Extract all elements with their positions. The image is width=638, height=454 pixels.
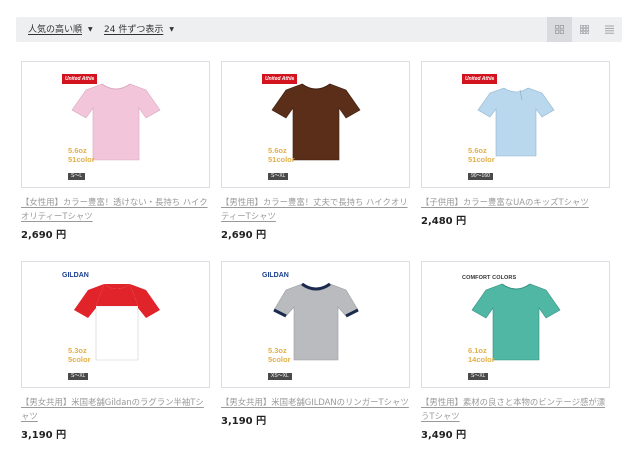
product-title-link[interactable]: 【男女共用】米国老舗Gildanのラグラン半袖Tシャツ [21,395,210,423]
product-card: United Athle 5.6oz 51color S〜L 【女性用】カラー豊… [21,61,210,241]
product-image[interactable]: GILDAN 5.3oz 5color S〜XL [21,261,210,388]
colors-label: 5color [268,355,291,364]
product-specs: 6.1oz 14color S〜XL [468,346,495,382]
product-card: United Athle 5.6oz 51color 90〜160 【子供用】カ… [421,61,610,227]
product-image[interactable]: United Athle 5.6oz 51color S〜XL [221,61,410,188]
size-range-badge: S〜XL [268,173,289,180]
colors-label: 51color [468,155,495,164]
per-page-dropdown[interactable]: 24 件ずつ表示 ▼ [104,17,174,42]
size-range-badge: S〜XL [68,373,89,380]
colors-label: 51color [268,155,295,164]
weight-label: 5.6oz [268,146,287,155]
product-title-link[interactable]: 【女性用】カラー豊富！透けない・長持ち ハイクオリティーTシャツ [21,195,210,223]
sort-order-label: 人気の高い順 [28,25,83,35]
product-title-link[interactable]: 【男性用】カラー豊富！丈夫で長持ち ハイクオリティーTシャツ [221,195,410,223]
size-range-badge: XS〜XL [268,373,292,380]
product-price: 2,690 円 [221,230,267,241]
product-image[interactable]: COMFORT COLORS 6.1oz 14color S〜XL [421,261,610,388]
list-icon [605,25,614,34]
product-specs: 5.6oz 51color S〜XL [268,146,295,182]
size-range-badge: S〜XL [468,373,489,380]
product-title-link[interactable]: 【子供用】カラー豊富なUAのキッズTシャツ [421,195,610,209]
product-title-link[interactable]: 【男女共用】米国老舗GILDANのリンガーTシャツ [221,395,410,409]
list-view-button[interactable] [597,17,622,42]
product-card: COMFORT COLORS 6.1oz 14color S〜XL 【男性用】素… [421,261,610,441]
product-price: 3,190 円 [21,430,67,441]
weight-label: 5.6oz [468,146,487,155]
product-image[interactable]: United Athle 5.6oz 51color 90〜160 [421,61,610,188]
shirt-body [95,305,139,361]
weight-label: 5.6oz [68,146,87,155]
product-card: GILDAN 5.3oz 5color S〜XL 【男女共用】米国老舗Gilda… [21,261,210,441]
colors-label: 51color [68,155,95,164]
weight-label: 6.1oz [468,346,487,355]
product-specs: 5.6oz 51color 90〜160 [468,146,495,182]
grid-3-view-button[interactable] [572,17,597,42]
chevron-down-icon: ▼ [88,26,93,33]
product-price: 2,480 円 [421,216,467,227]
size-range-badge: S〜L [68,173,86,180]
product-price: 3,490 円 [421,430,467,441]
grid-2-view-button[interactable] [547,17,572,42]
product-specs: 5.3oz 5color S〜XL [68,346,91,382]
product-title-link[interactable]: 【男性用】素材の良さと本物のビンテージ感が漂うTシャツ [421,395,610,423]
grid-2-icon [555,25,564,34]
product-card: United Athle 5.6oz 51color S〜XL 【男性用】カラー… [221,61,410,241]
colors-label: 14color [468,355,495,364]
grid-3-icon [580,25,589,34]
size-range-badge: 90〜160 [468,173,493,180]
per-page-label: 24 件ずつ表示 [104,25,164,35]
product-price: 3,190 円 [221,416,267,427]
weight-label: 5.3oz [68,346,87,355]
product-image[interactable]: United Athle 5.6oz 51color S〜L [21,61,210,188]
chevron-down-icon: ▼ [169,26,174,33]
product-card: GILDAN 5.3oz 5color XS〜XL 【男女共用】米国老舗GILD… [221,261,410,427]
product-specs: 5.6oz 51color S〜L [68,146,95,182]
product-image[interactable]: GILDAN 5.3oz 5color XS〜XL [221,261,410,388]
product-specs: 5.3oz 5color XS〜XL [268,346,292,382]
product-price: 2,690 円 [21,230,67,241]
colors-label: 5color [68,355,91,364]
weight-label: 5.3oz [268,346,287,355]
sort-order-dropdown[interactable]: 人気の高い順 ▼ [28,17,93,42]
sort-toolbar: 人気の高い順 ▼ 24 件ずつ表示 ▼ [16,17,622,42]
